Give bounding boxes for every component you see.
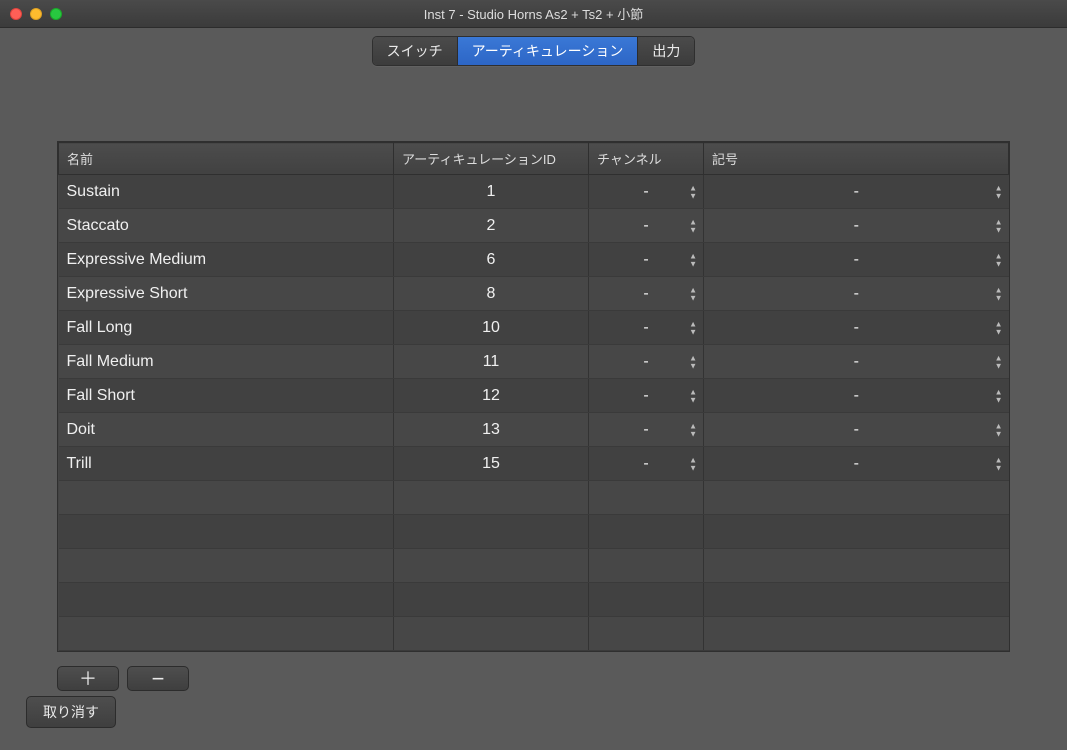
stepper-icon[interactable]: ▲▼ <box>689 456 697 471</box>
cell-id[interactable]: 2 <box>394 209 589 243</box>
tab-articulation[interactable]: アーティキュレーション <box>458 37 639 65</box>
col-channel[interactable]: チャンネル <box>589 143 704 175</box>
cell-symbol[interactable]: -▲▼ <box>704 209 1009 243</box>
revert-button[interactable]: 取り消す <box>26 696 116 728</box>
stepper-icon[interactable]: ▲▼ <box>689 354 697 369</box>
remove-button[interactable]: − <box>127 666 189 691</box>
cell-channel[interactable]: -▲▼ <box>589 379 704 413</box>
stepper-icon[interactable]: ▲▼ <box>689 320 697 335</box>
cell-name[interactable]: Sustain <box>59 175 394 209</box>
stepper-icon[interactable]: ▲▼ <box>995 286 1003 301</box>
cell-id[interactable]: 11 <box>394 345 589 379</box>
cell-channel[interactable]: -▲▼ <box>589 345 704 379</box>
add-remove-row: ＋ − <box>57 666 1010 691</box>
cell-channel[interactable]: -▲▼ <box>589 447 704 481</box>
cell-name[interactable]: Expressive Medium <box>59 243 394 277</box>
table-row-empty <box>59 515 1009 549</box>
cell-id[interactable]: 10 <box>394 311 589 345</box>
cell-channel[interactable]: -▲▼ <box>589 175 704 209</box>
table-row[interactable]: Trill15-▲▼-▲▼ <box>59 447 1009 481</box>
cell-channel[interactable]: -▲▼ <box>589 277 704 311</box>
cell-name[interactable]: Trill <box>59 447 394 481</box>
cell-symbol[interactable]: -▲▼ <box>704 243 1009 277</box>
cell-channel[interactable]: -▲▼ <box>589 311 704 345</box>
table-row[interactable]: Fall Short12-▲▼-▲▼ <box>59 379 1009 413</box>
cell-symbol[interactable]: -▲▼ <box>704 413 1009 447</box>
cell-symbol[interactable]: -▲▼ <box>704 311 1009 345</box>
cell-name[interactable]: Fall Medium <box>59 345 394 379</box>
tab-output[interactable]: 出力 <box>638 37 694 65</box>
stepper-icon[interactable]: ▲▼ <box>995 354 1003 369</box>
cell-name[interactable]: Doit <box>59 413 394 447</box>
tab-control: スイッチ アーティキュレーション 出力 <box>372 36 696 66</box>
zoom-icon[interactable] <box>50 8 62 20</box>
cell-id[interactable]: 15 <box>394 447 589 481</box>
stepper-icon[interactable]: ▲▼ <box>689 286 697 301</box>
cell-name[interactable]: Expressive Short <box>59 277 394 311</box>
cell-symbol[interactable]: -▲▼ <box>704 345 1009 379</box>
close-icon[interactable] <box>10 8 22 20</box>
table-row-empty <box>59 583 1009 617</box>
body: スイッチ アーティキュレーション 出力 名前 アーティキュレーションID チャン… <box>0 28 1067 750</box>
col-name[interactable]: 名前 <box>59 143 394 175</box>
table-row[interactable]: Doit13-▲▼-▲▼ <box>59 413 1009 447</box>
cell-name[interactable]: Fall Short <box>59 379 394 413</box>
stepper-icon[interactable]: ▲▼ <box>995 252 1003 267</box>
stepper-icon[interactable]: ▲▼ <box>689 422 697 437</box>
table-row[interactable]: Expressive Short8-▲▼-▲▼ <box>59 277 1009 311</box>
stepper-icon[interactable]: ▲▼ <box>689 388 697 403</box>
cell-id[interactable]: 12 <box>394 379 589 413</box>
table-row[interactable]: Fall Medium11-▲▼-▲▼ <box>59 345 1009 379</box>
cell-id[interactable]: 1 <box>394 175 589 209</box>
col-id[interactable]: アーティキュレーションID <box>394 143 589 175</box>
window-title: Inst 7 - Studio Horns As2 + Ts2 + 小節 <box>0 4 1067 23</box>
add-button[interactable]: ＋ <box>57 666 119 691</box>
cell-symbol[interactable]: -▲▼ <box>704 447 1009 481</box>
cell-channel[interactable]: -▲▼ <box>589 413 704 447</box>
cell-name[interactable]: Staccato <box>59 209 394 243</box>
stepper-icon[interactable]: ▲▼ <box>689 218 697 233</box>
table-row-empty <box>59 549 1009 583</box>
table-row-empty <box>59 481 1009 515</box>
minimize-icon[interactable] <box>30 8 42 20</box>
stepper-icon[interactable]: ▲▼ <box>689 184 697 199</box>
stepper-icon[interactable]: ▲▼ <box>995 320 1003 335</box>
cell-id[interactable]: 8 <box>394 277 589 311</box>
table-row-empty <box>59 617 1009 651</box>
stepper-icon[interactable]: ▲▼ <box>995 184 1003 199</box>
articulation-table: 名前 アーティキュレーションID チャンネル 記号 Sustain1-▲▼-▲▼… <box>57 141 1010 652</box>
stepper-icon[interactable]: ▲▼ <box>995 456 1003 471</box>
cell-channel[interactable]: -▲▼ <box>589 209 704 243</box>
table-row[interactable]: Fall Long10-▲▼-▲▼ <box>59 311 1009 345</box>
cell-channel[interactable]: -▲▼ <box>589 243 704 277</box>
cell-name[interactable]: Fall Long <box>59 311 394 345</box>
col-symbol[interactable]: 記号 <box>704 143 1009 175</box>
cell-id[interactable]: 6 <box>394 243 589 277</box>
stepper-icon[interactable]: ▲▼ <box>689 252 697 267</box>
stepper-icon[interactable]: ▲▼ <box>995 388 1003 403</box>
cell-symbol[interactable]: -▲▼ <box>704 175 1009 209</box>
cell-symbol[interactable]: -▲▼ <box>704 277 1009 311</box>
traffic-lights <box>10 8 62 20</box>
cell-symbol[interactable]: -▲▼ <box>704 379 1009 413</box>
stepper-icon[interactable]: ▲▼ <box>995 218 1003 233</box>
tab-switch[interactable]: スイッチ <box>373 37 458 65</box>
tab-row: スイッチ アーティキュレーション 出力 <box>0 28 1067 86</box>
table-row[interactable]: Staccato2-▲▼-▲▼ <box>59 209 1009 243</box>
table-row[interactable]: Expressive Medium6-▲▼-▲▼ <box>59 243 1009 277</box>
table-row[interactable]: Sustain1-▲▼-▲▼ <box>59 175 1009 209</box>
cell-id[interactable]: 13 <box>394 413 589 447</box>
stepper-icon[interactable]: ▲▼ <box>995 422 1003 437</box>
titlebar: Inst 7 - Studio Horns As2 + Ts2 + 小節 <box>0 0 1067 28</box>
